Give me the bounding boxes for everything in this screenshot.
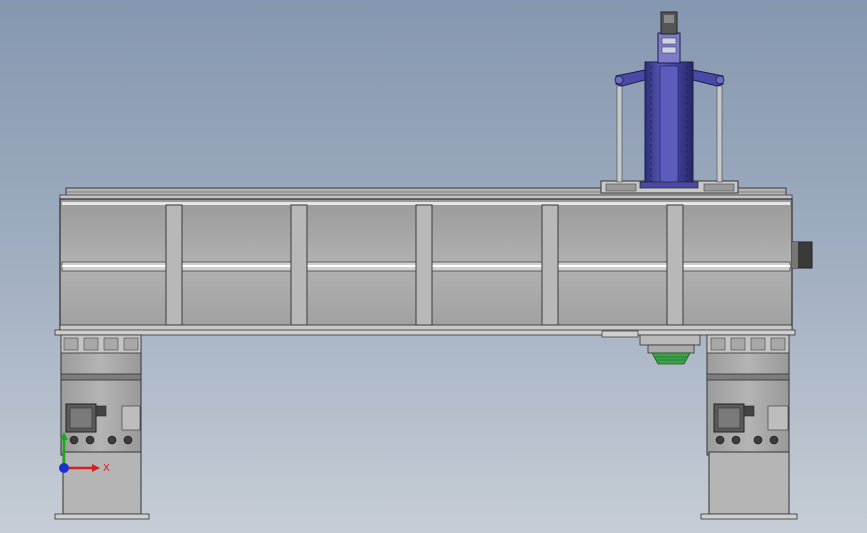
spindle-head[interactable] [601,330,701,365]
right-leg[interactable] [700,334,798,520]
cad-viewport[interactable]: X [0,0,867,533]
tool-holder [651,352,691,365]
beam-base-plate [54,329,796,336]
left-leg[interactable] [54,334,150,520]
gantry-drawing: X [54,11,813,520]
gantry-beam[interactable] [59,198,813,332]
z-axis-carriage[interactable] [600,11,739,194]
x-axis-label: X [103,463,110,474]
